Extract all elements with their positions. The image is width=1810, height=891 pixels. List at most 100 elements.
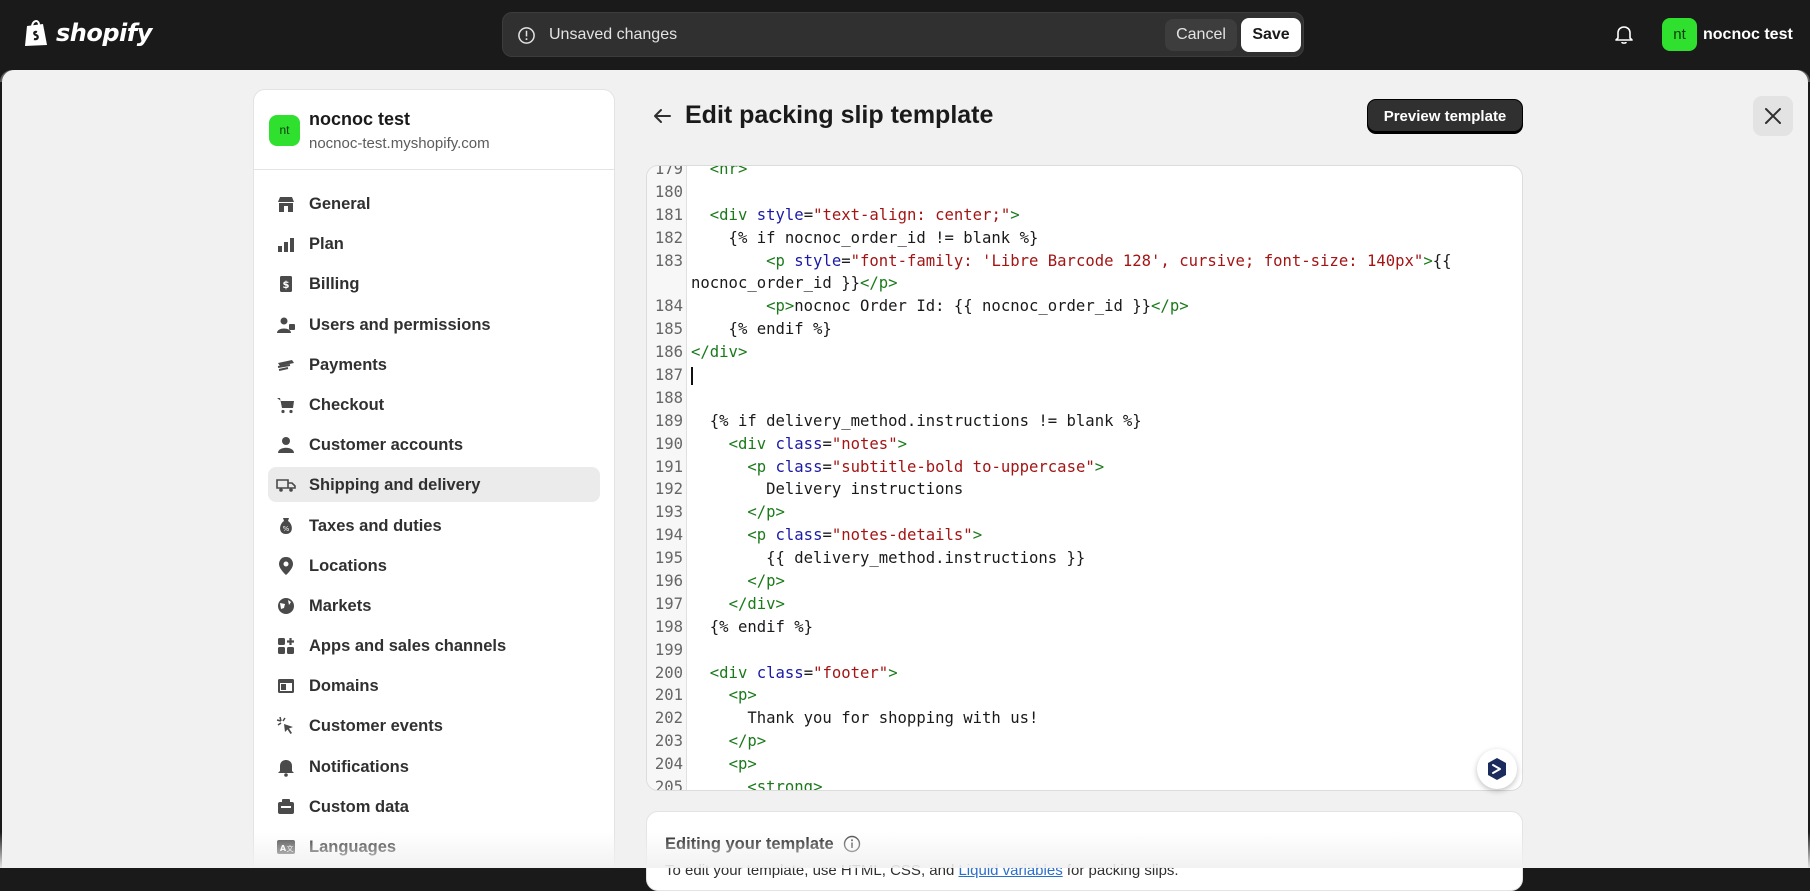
code-line[interactable]: 204 <p> xyxy=(647,753,1522,776)
user-name: nocnoc test xyxy=(1703,25,1793,43)
code-line[interactable]: 187 xyxy=(647,364,1522,387)
code-line[interactable]: 186 </div> xyxy=(647,341,1522,364)
sidebar-item-languages[interactable]: A文 Languages xyxy=(268,829,600,864)
line-number: 201 xyxy=(654,686,683,705)
line-text: <strong> xyxy=(747,778,823,791)
code-line[interactable]: 196 </p> xyxy=(647,570,1522,593)
languages-icon: A文 xyxy=(277,840,295,854)
notifications-bell-icon[interactable] xyxy=(1613,23,1635,45)
code-line[interactable]: 195 {{ delivery_method.instructions }} xyxy=(647,547,1522,570)
code-line[interactable]: 202 Thank you for shopping with us! xyxy=(647,707,1522,730)
user-menu[interactable]: nt nocnoc test xyxy=(1662,18,1793,51)
sidebar-item-domains[interactable]: Domains xyxy=(268,668,600,703)
line-number: 181 xyxy=(654,205,683,224)
code-line[interactable]: 205 <strong> xyxy=(647,776,1522,791)
line-number: 190 xyxy=(654,434,683,453)
line-number: 205 xyxy=(654,778,683,791)
shopify-logo[interactable]: shopify xyxy=(24,18,152,48)
sidebar-item-notifications[interactable]: Notifications xyxy=(268,749,600,784)
line-number: 199 xyxy=(654,640,683,659)
code-line[interactable]: 192 Delivery instructions xyxy=(647,478,1522,501)
save-button[interactable]: Save xyxy=(1241,18,1301,52)
alert-circle-icon xyxy=(518,27,535,44)
cancel-button[interactable]: Cancel xyxy=(1165,19,1237,51)
sidebar-item-customer-events[interactable]: Customer events xyxy=(268,708,600,743)
sidebar-item-label: Custom data xyxy=(309,797,409,816)
close-icon xyxy=(1765,108,1781,124)
code-editor[interactable]: 179 <hr> 180 181 <div style="text-align: c… xyxy=(646,165,1523,791)
sidebar-item-billing[interactable]: $ Billing xyxy=(268,266,600,301)
sidebar-item-shipping[interactable]: Shipping and delivery xyxy=(268,467,600,503)
line-number: 180 xyxy=(654,182,683,201)
sidebar-item-checkout[interactable]: Checkout xyxy=(268,387,600,422)
sidebar-item-taxes[interactable]: % Taxes and duties xyxy=(268,508,600,543)
code-line[interactable]: 193 </p> xyxy=(647,501,1522,524)
line-text: {{ delivery_method.instructions }} xyxy=(691,549,1086,568)
sidebar-item-apps[interactable]: Apps and sales channels xyxy=(268,628,600,663)
line-number: 191 xyxy=(654,457,683,476)
logo-wordmark: shopify xyxy=(56,19,152,47)
sidebar-item-label: Plan xyxy=(309,235,344,254)
sidebar-item-customer-accounts[interactable]: Customer accounts xyxy=(268,427,600,462)
sidebar-item-locations[interactable]: Locations xyxy=(268,548,600,583)
sidebar-item-payments[interactable]: Payments xyxy=(268,347,600,382)
code-line[interactable]: 199 xyxy=(647,639,1522,662)
code-line[interactable]: 203 </p> xyxy=(647,730,1522,753)
code-content[interactable]: 179 <hr> 180 181 <div style="text-align: c… xyxy=(647,165,1522,791)
info-card-title: Editing your template xyxy=(665,835,834,853)
line-text: <p> xyxy=(728,755,757,774)
line-number: 192 xyxy=(654,480,683,499)
sidebar-item-label: Customer accounts xyxy=(309,436,464,455)
sidebar-item-markets[interactable]: Markets xyxy=(268,588,600,623)
code-line[interactable]: 197 </div> xyxy=(647,593,1522,616)
store-header[interactable]: nt nocnoc test nocnoc-test.myshopify.com xyxy=(254,90,614,170)
sidebar-item-users[interactable]: Users and permissions xyxy=(268,307,600,342)
code-line[interactable]: 191 <p class="subtitle-bold to-uppercase… xyxy=(647,456,1522,479)
line-number: 179 xyxy=(654,165,683,178)
line-text: {% endif %} xyxy=(691,617,814,636)
users-icon xyxy=(277,317,295,333)
sidebar-item-general[interactable]: General xyxy=(268,186,600,221)
payments-icon xyxy=(277,359,294,371)
sidebar-item-custom-data[interactable]: Custom data xyxy=(268,789,600,824)
line-number: 198 xyxy=(654,617,683,636)
code-line[interactable]: 190 <div class="notes"> xyxy=(647,433,1522,456)
liquid-variables-link[interactable]: Liquid variables xyxy=(958,862,1062,879)
assistant-button[interactable] xyxy=(1477,749,1517,789)
info-icon[interactable] xyxy=(843,835,861,853)
code-line[interactable]: 183 <p style="font-family: 'Libre Barcod… xyxy=(647,250,1522,273)
code-line[interactable]: 181 <div style="text-align: center;"> xyxy=(647,204,1522,227)
store-icon xyxy=(278,197,294,212)
code-line[interactable]: 200 <div class="footer"> xyxy=(647,662,1522,685)
line-number: 183 xyxy=(654,251,683,270)
sidebar-item-label: Domains xyxy=(309,677,379,696)
line-text: Thank you for shopping with us! xyxy=(691,709,1039,728)
code-line[interactable]: 194 <p class="notes-details"> xyxy=(647,524,1522,547)
sidebar-item-label: Users and permissions xyxy=(309,315,491,334)
sidebar-item-label: Shipping and delivery xyxy=(309,476,481,495)
code-line[interactable]: 189 {% if delivery_method.instructions !… xyxy=(647,410,1522,433)
code-line[interactable]: 198 {% endif %} xyxy=(647,616,1522,639)
plan-chart-icon xyxy=(278,238,294,253)
code-line[interactable]: 184 <p>nocnoc Order Id: {{ nocnoc_order_… xyxy=(647,295,1522,318)
code-line[interactable]: 185 {% endif %} xyxy=(647,318,1522,341)
avatar: nt xyxy=(1662,18,1697,51)
code-line[interactable]: 180 xyxy=(647,181,1522,204)
line-number: 196 xyxy=(654,572,683,591)
line-text: <div class="notes"> xyxy=(728,434,907,453)
back-arrow-icon[interactable] xyxy=(651,105,673,127)
preview-template-button[interactable]: Preview template xyxy=(1367,99,1523,134)
code-line[interactable]: nocnoc_order_id }}</p> xyxy=(647,272,1522,295)
sidebar-item-label: Payments xyxy=(309,355,387,374)
settings-sidebar: nt nocnoc test nocnoc-test.myshopify.com… xyxy=(253,89,615,868)
line-number: 203 xyxy=(654,732,683,751)
line-text: {% if delivery_method.instructions != bl… xyxy=(691,411,1142,430)
sidebar-item-plan[interactable]: Plan xyxy=(268,226,600,261)
line-text: </div> xyxy=(728,594,785,613)
sidebar-item-label: Languages xyxy=(309,838,397,856)
code-line[interactable]: 182 {% if nocnoc_order_id != blank %} xyxy=(647,227,1522,250)
code-line[interactable]: 188 xyxy=(647,387,1522,410)
close-button[interactable] xyxy=(1753,96,1793,136)
code-line[interactable]: 179 <hr> xyxy=(647,165,1522,181)
code-line[interactable]: 201 <p> xyxy=(647,684,1522,707)
